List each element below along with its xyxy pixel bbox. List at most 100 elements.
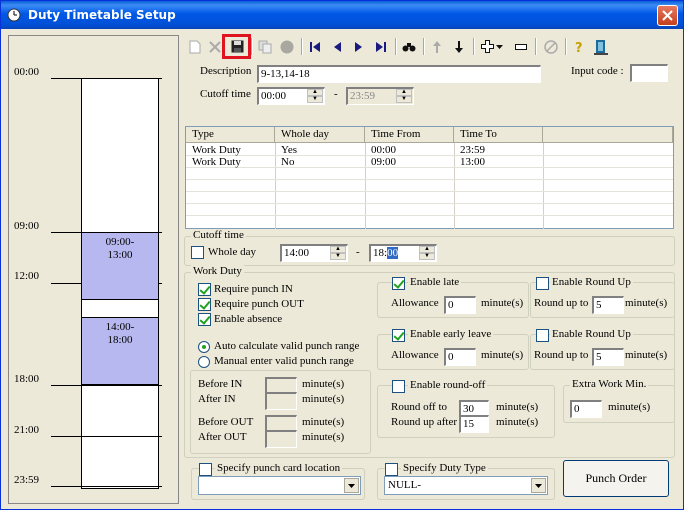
grid-row-line xyxy=(186,155,673,156)
exit-button[interactable] xyxy=(591,36,611,57)
last-record-button[interactable] xyxy=(371,36,391,57)
duty-type-dropdown[interactable] xyxy=(531,478,546,493)
new-icon xyxy=(189,40,201,53)
grid-row-line xyxy=(186,215,673,216)
toolbar-separator xyxy=(423,38,425,55)
extra-work-input[interactable]: 0 xyxy=(570,400,602,418)
grid-row-line xyxy=(186,203,673,204)
before-in-minutes: minute(s) xyxy=(302,378,345,390)
late-round-up-minutes: minute(s) xyxy=(625,297,668,309)
find-button[interactable] xyxy=(399,36,419,57)
grid-row-line xyxy=(186,167,673,168)
cutoff-to-spinner: ▲ ▼ xyxy=(396,89,412,104)
next-record-button[interactable] xyxy=(349,36,369,57)
late-round-up-to-label: Round up to xyxy=(534,297,589,309)
round-up-after-input[interactable]: 15 xyxy=(459,415,489,433)
early-round-up-to-label: Round up to xyxy=(534,349,589,361)
duty-type-select[interactable]: NULL- xyxy=(384,476,548,495)
extra-work-title: Extra Work Min. xyxy=(570,378,649,390)
cutoff-group-to-input[interactable]: 18:00 ▲ ▼ xyxy=(369,244,437,262)
first-record-icon xyxy=(310,41,320,52)
title-bar: Duty Timetable Setup xyxy=(1,1,683,29)
remove-button[interactable] xyxy=(511,36,531,57)
move-down-button[interactable] xyxy=(449,36,469,57)
duty-type-checkbox[interactable] xyxy=(385,463,398,476)
require-punch-out-checkbox[interactable] xyxy=(198,298,211,311)
close-button[interactable] xyxy=(657,5,678,26)
late-allowance-input[interactable]: 0 xyxy=(444,296,476,314)
help-button[interactable]: ? xyxy=(569,36,589,57)
timeline-label: 23:59 xyxy=(14,474,40,486)
early-round-up-to-input[interactable]: 5 xyxy=(592,348,624,366)
duty-block-to: 18:00 xyxy=(107,334,133,346)
cutoff-from-input[interactable]: 00:00 ▲ ▼ xyxy=(257,87,325,105)
description-label: Description xyxy=(200,65,252,77)
find-icon xyxy=(402,42,416,51)
early-round-up-checkbox[interactable] xyxy=(536,329,549,342)
grid-header-type[interactable]: Type xyxy=(186,127,275,143)
after-in-minutes: minute(s) xyxy=(302,393,345,405)
duty-block-from: 09:00- xyxy=(105,236,135,248)
early-allowance-input[interactable]: 0 xyxy=(444,348,476,366)
grid-row-line xyxy=(186,179,673,180)
duty-grid[interactable]: Type Whole day Time From Time To Work Du… xyxy=(185,126,674,229)
cutoff-from-value: 00:00 xyxy=(261,90,287,102)
auto-calculate-radio[interactable] xyxy=(198,341,210,353)
grid-header-whole-day[interactable]: Whole day xyxy=(275,127,365,143)
late-allowance-label: Allowance xyxy=(391,297,439,309)
grid-header-time-from[interactable]: Time From xyxy=(365,127,454,143)
after-in-input xyxy=(265,392,297,410)
before-out-minutes: minute(s) xyxy=(302,416,345,428)
last-record-icon xyxy=(376,41,386,52)
input-code-label: Input code : xyxy=(571,65,624,77)
cutoff-from-spinner[interactable]: ▲ ▼ xyxy=(307,89,323,104)
duty-timetable-window: Duty Timetable Setup 00:00 09:00 12:00 1… xyxy=(0,0,684,510)
stop-icon xyxy=(280,40,294,53)
grid-header-blank xyxy=(543,127,673,143)
previous-record-button[interactable] xyxy=(327,36,347,57)
cutoff-group-to-minute: 00 xyxy=(387,247,399,259)
round-off-to-label: Round off to xyxy=(391,401,448,413)
grid-header-time-to[interactable]: Time To xyxy=(454,127,543,143)
auto-calculate-label: Auto calculate valid punch range xyxy=(214,340,360,352)
cutoff-group-from-spinner[interactable]: ▲ ▼ xyxy=(330,246,346,261)
grid-cell: 23:59 xyxy=(460,144,486,156)
move-up-button[interactable] xyxy=(427,36,447,57)
late-round-up-checkbox[interactable] xyxy=(536,277,549,290)
new-button[interactable] xyxy=(185,36,205,57)
svg-text:?: ? xyxy=(575,41,583,54)
cutoff-group-from-value: 14:00 xyxy=(284,247,310,259)
require-punch-in-checkbox[interactable] xyxy=(198,283,211,296)
cutoff-group-to-spinner[interactable]: ▲ ▼ xyxy=(419,246,435,261)
input-code-field[interactable] xyxy=(630,64,668,82)
punch-location-checkbox[interactable] xyxy=(199,463,212,476)
duty-block[interactable]: 14:00- 18:00 xyxy=(81,317,159,385)
manual-enter-radio[interactable] xyxy=(198,356,210,368)
require-punch-in-label: Require punch IN xyxy=(214,283,293,295)
cutoff-group-from-input[interactable]: 14:00 ▲ ▼ xyxy=(280,244,348,262)
whole-day-checkbox[interactable] xyxy=(191,246,204,259)
move-down-icon xyxy=(455,40,463,53)
late-round-up-to-input[interactable]: 5 xyxy=(592,296,624,314)
copy-button[interactable] xyxy=(255,36,275,57)
enable-early-leave-checkbox[interactable] xyxy=(392,329,405,342)
cutoff-group-to-hour: 18: xyxy=(373,247,388,259)
description-input[interactable]: 9-13,14-18 xyxy=(257,65,541,83)
disabled-button[interactable] xyxy=(541,36,561,57)
enable-round-off-checkbox[interactable] xyxy=(392,380,405,393)
enable-absence-checkbox[interactable] xyxy=(198,313,211,326)
duty-block[interactable]: 09:00- 13:00 xyxy=(81,232,159,300)
punch-location-dropdown[interactable] xyxy=(344,478,359,493)
enable-late-checkbox[interactable] xyxy=(392,277,405,290)
round-off-to-minutes: minute(s) xyxy=(496,401,539,413)
duty-block-to: 13:00 xyxy=(107,249,133,261)
stop-button[interactable] xyxy=(277,36,297,57)
add-dropdown-button[interactable] xyxy=(493,36,505,57)
grid-cell: 00:00 xyxy=(371,144,397,156)
close-icon xyxy=(662,10,673,21)
grid-row-line xyxy=(186,191,673,192)
first-record-button[interactable] xyxy=(305,36,325,57)
after-out-label: After OUT xyxy=(198,431,247,443)
punch-order-button[interactable]: Punch Order xyxy=(563,460,669,497)
punch-location-select[interactable] xyxy=(198,476,361,495)
